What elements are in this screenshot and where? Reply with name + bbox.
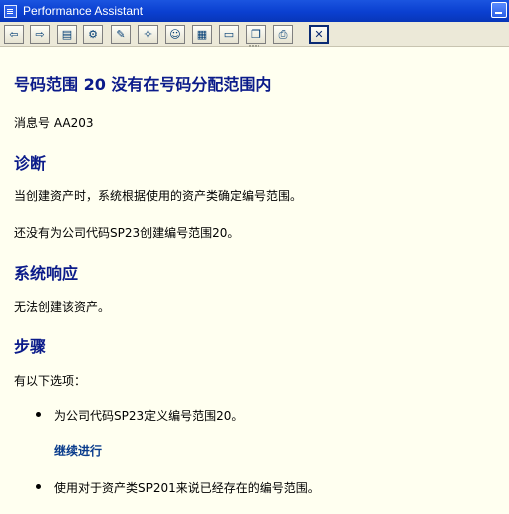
procedure-intro: 有以下选项： [14,374,87,388]
diagnosis-text-2: 还没有为公司代码SP23创建编号范围20。 [14,226,240,240]
diagnosis-heading: 诊断 [14,154,47,173]
exit-icon[interactable]: ✕ [309,25,329,44]
system-response-text: 无法创建该资产。 [14,300,111,314]
copy-icon[interactable]: ❐ [246,25,266,44]
document-icon[interactable]: ▦ [192,25,212,44]
edit-icon[interactable]: ✎ [111,25,131,44]
back-arrow-icon[interactable]: ⇦ [4,25,24,44]
diagnosis-text-1: 当创建资产时，系统根据使用的资产类确定编号范围。 [14,189,303,203]
window-title: Performance Assistant [23,4,144,18]
technical-info-icon[interactable]: ⚙ [83,25,103,44]
minimize-button[interactable] [491,2,507,18]
bookmark-icon[interactable]: ▭ [219,25,239,44]
window-icon [4,4,17,18]
title-bar: Performance Assistant [0,0,509,22]
continue-link[interactable]: 继续进行 [54,442,102,459]
toolbar: ⇦ ⇨ ▤ ⚙ ✎ ✧ ☺ ▦ ▭ ❐ ⎙ ✕ [0,22,509,47]
procedure-heading: 步骤 [14,337,47,356]
enhancement-icon[interactable]: ✧ [138,25,158,44]
list-bullet [36,412,41,417]
system-response-heading: 系统响应 [14,264,79,283]
list-bullet [36,484,41,489]
print-icon[interactable]: ⎙ [273,25,293,44]
message-number: 消息号 AA203 [14,116,94,130]
option-2-text: 使用对于资产类SP201来说已经存在的编号范围。 [54,481,320,495]
page-title: 号码范围 20 没有在号码分配范围内 [14,75,272,94]
option-1-text: 为公司代码SP23定义编号范围20。 [54,409,244,423]
book-icon[interactable]: ▤ [57,25,77,44]
forward-arrow-icon[interactable]: ⇨ [30,25,50,44]
help-people-icon[interactable]: ☺ [165,25,185,44]
